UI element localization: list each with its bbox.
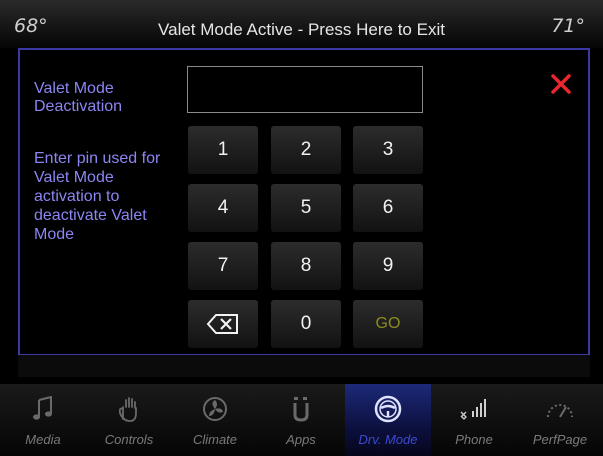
nav-item-media[interactable]: Media <box>0 384 86 456</box>
fan-icon <box>198 394 232 424</box>
apps-icon <box>284 394 318 424</box>
nav-label-media: Media <box>25 432 61 447</box>
backspace-icon <box>206 314 238 334</box>
keypad-key-1[interactable]: 1 <box>188 126 258 174</box>
panel-instructions: Enter pin used for Valet Mode activation… <box>34 150 161 243</box>
keypad-key-5[interactable]: 5 <box>271 184 341 232</box>
nav-item-perfpage[interactable]: PerfPage <box>517 384 603 456</box>
music-note-icon <box>26 394 60 424</box>
keypad-key-4[interactable]: 4 <box>188 184 258 232</box>
backspace-button[interactable] <box>188 300 258 348</box>
go-button[interactable]: GO <box>353 300 423 348</box>
gauge-icon <box>543 394 577 424</box>
panel-heading: Valet Mode Deactivation <box>34 80 123 115</box>
keypad-key-7[interactable]: 7 <box>188 242 258 290</box>
nav-label-phone: Phone <box>455 432 493 447</box>
driver-temperature[interactable]: 68° <box>14 15 48 37</box>
bottom-nav-bar: Media Controls Climate Apps Drv. Mode Ph… <box>0 384 603 456</box>
nav-label-apps: Apps <box>286 432 316 447</box>
phone-signal-icon <box>457 394 491 424</box>
nav-label-perfpage: PerfPage <box>532 432 588 447</box>
steering-wheel-icon <box>371 394 405 424</box>
background-strip <box>18 355 590 377</box>
nav-item-climate[interactable]: Climate <box>172 384 258 456</box>
nav-label-climate: Climate <box>192 432 238 447</box>
status-bar: 68° Valet Mode Active - Press Here to Ex… <box>0 0 603 48</box>
nav-item-phone[interactable]: Phone <box>431 384 517 456</box>
keypad-key-9[interactable]: 9 <box>353 242 423 290</box>
hand-icon <box>112 394 146 424</box>
nav-item-apps[interactable]: Apps <box>258 384 344 456</box>
valet-deactivation-panel: Valet Mode Deactivation Enter pin used f… <box>18 48 590 356</box>
keypad-key-8[interactable]: 8 <box>271 242 341 290</box>
keypad-key-6[interactable]: 6 <box>353 184 423 232</box>
keypad-key-2[interactable]: 2 <box>271 126 341 174</box>
valet-mode-exit-banner[interactable]: Valet Mode Active - Press Here to Exit <box>60 20 543 40</box>
passenger-temperature[interactable]: 71° <box>551 15 585 37</box>
nav-label-drv-mode: Drv. Mode <box>358 432 418 447</box>
keypad-key-3[interactable]: 3 <box>353 126 423 174</box>
keypad-key-0[interactable]: 0 <box>271 300 341 348</box>
nav-label-controls: Controls <box>104 432 154 447</box>
close-icon[interactable] <box>547 70 575 98</box>
nav-item-controls[interactable]: Controls <box>86 384 172 456</box>
nav-item-drv-mode[interactable]: Drv. Mode <box>345 384 431 456</box>
pin-entry-field[interactable] <box>187 66 423 113</box>
